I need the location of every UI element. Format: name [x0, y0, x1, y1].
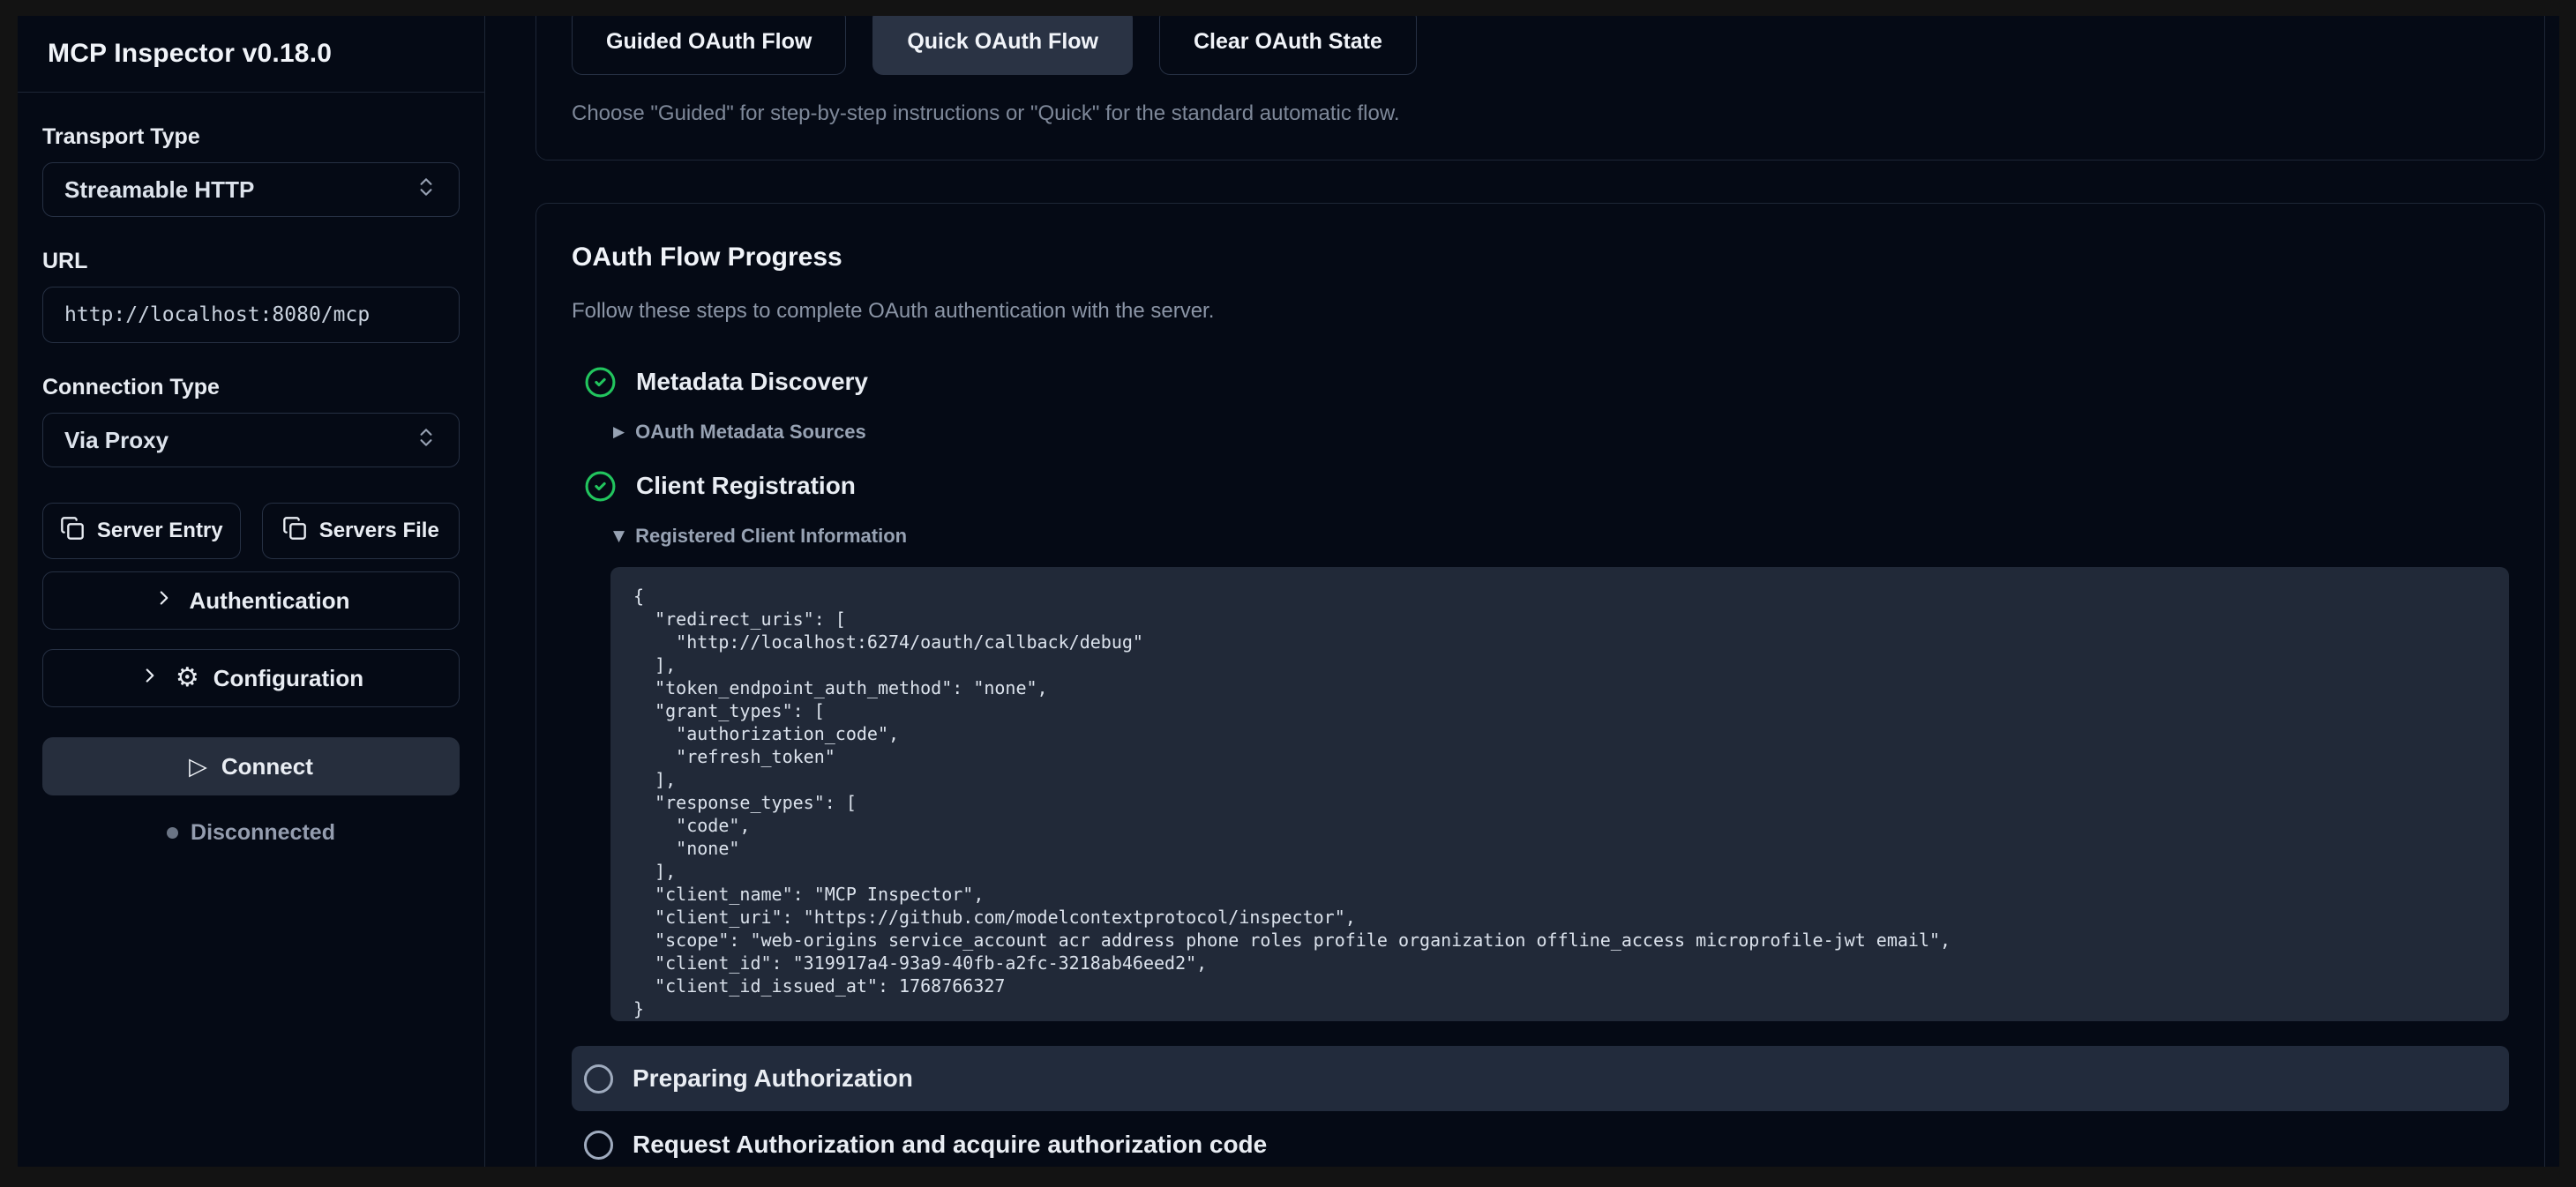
clear-oauth-state-button[interactable]: Clear OAuth State [1159, 16, 1417, 75]
status-label: Disconnected [191, 820, 335, 846]
step-metadata-discovery: Metadata Discovery [572, 362, 2509, 401]
chevron-right-icon [139, 664, 161, 693]
copy-icon [282, 516, 307, 547]
transport-type-value: Streamable HTTP [64, 176, 254, 204]
oauth-flow-hint: Choose "Guided" for step-by-step instruc… [572, 101, 2509, 126]
pending-circle-icon [584, 1064, 613, 1094]
url-label: URL [42, 249, 460, 274]
main-panel: Guided OAuth Flow Quick OAuth Flow Clear… [485, 16, 2559, 1167]
sidebar-body: Transport Type Streamable HTTP URL Conne… [18, 93, 484, 872]
check-circle-icon [584, 366, 617, 399]
servers-file-button[interactable]: Servers File [262, 503, 461, 559]
connection-type-select[interactable]: Via Proxy [42, 413, 460, 467]
quick-oauth-flow-button[interactable]: Quick OAuth Flow [872, 16, 1133, 75]
sidebar: MCP Inspector v0.18.0 Transport Type Str… [18, 16, 485, 1167]
disclosure-label: OAuth Metadata Sources [635, 421, 866, 444]
connect-label: Connect [221, 753, 313, 780]
step-request-authorization: Request Authorization and acquire author… [572, 1125, 2509, 1164]
disclosure-label: Registered Client Information [635, 525, 907, 548]
app-window: MCP Inspector v0.18.0 Transport Type Str… [18, 16, 2559, 1167]
oauth-flow-buttons-row: Guided OAuth Flow Quick OAuth Flow Clear… [572, 16, 2509, 75]
connection-type-label: Connection Type [42, 375, 460, 400]
authentication-label: Authentication [190, 587, 350, 615]
registered-client-info-toggle[interactable]: ▼ Registered Client Information [613, 525, 2509, 548]
server-entry-label: Server Entry [97, 519, 223, 543]
status-dot-icon [167, 827, 178, 839]
oauth-steps-list: Metadata Discovery ▶ OAuth Metadata Sour… [572, 362, 2509, 1164]
transport-type-label: Transport Type [42, 124, 460, 150]
servers-file-label: Servers File [319, 519, 439, 543]
sidebar-header: MCP Inspector v0.18.0 [18, 16, 484, 93]
configuration-button[interactable]: ⚙ Configuration [42, 649, 460, 707]
triangle-expanded-icon: ▼ [613, 527, 625, 545]
connection-status: Disconnected [42, 820, 460, 846]
url-input[interactable] [42, 287, 460, 343]
play-icon: ▷ [189, 755, 207, 779]
oauth-flow-mode-card: Guided OAuth Flow Quick OAuth Flow Clear… [535, 16, 2545, 161]
transport-type-select[interactable]: Streamable HTTP [42, 162, 460, 217]
step-title: Metadata Discovery [636, 368, 868, 396]
gear-icon: ⚙ [176, 665, 199, 691]
step-client-registration: Client Registration [572, 467, 2509, 505]
step-title: Request Authorization and acquire author… [633, 1131, 1267, 1159]
export-buttons-row: Server Entry Servers File [42, 503, 460, 559]
authentication-button[interactable]: Authentication [42, 571, 460, 630]
triangle-collapsed-icon: ▶ [613, 423, 625, 441]
app-title: MCP Inspector v0.18.0 [48, 39, 454, 69]
copy-icon [60, 516, 85, 547]
step-title: Client Registration [636, 472, 856, 500]
connection-type-value: Via Proxy [64, 427, 168, 454]
oauth-progress-subtitle: Follow these steps to complete OAuth aut… [572, 299, 2509, 324]
connect-button[interactable]: ▷ Connect [42, 737, 460, 795]
step-preparing-authorization: Preparing Authorization [572, 1046, 2509, 1111]
chevrons-up-down-icon [415, 426, 438, 455]
chevrons-up-down-icon [415, 175, 438, 205]
configuration-label: Configuration [213, 665, 363, 692]
oauth-metadata-sources-toggle[interactable]: ▶ OAuth Metadata Sources [613, 421, 2509, 444]
step-title: Preparing Authorization [633, 1064, 913, 1093]
server-entry-button[interactable]: Server Entry [42, 503, 241, 559]
pending-circle-icon [584, 1131, 613, 1160]
oauth-progress-title: OAuth Flow Progress [572, 243, 2509, 272]
oauth-progress-card: OAuth Flow Progress Follow these steps t… [535, 203, 2545, 1167]
guided-oauth-flow-button[interactable]: Guided OAuth Flow [572, 16, 846, 75]
client-registration-json[interactable]: { "redirect_uris": [ "http://localhost:6… [610, 567, 2509, 1021]
check-circle-icon [584, 470, 617, 503]
chevron-right-icon [153, 586, 176, 616]
